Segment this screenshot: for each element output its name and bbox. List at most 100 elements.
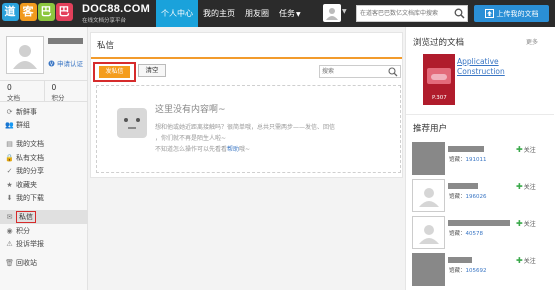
- site-search-input[interactable]: [357, 6, 455, 21]
- search-icon[interactable]: [454, 8, 465, 21]
- stat-value: 105692: [465, 268, 487, 274]
- recommended-user: 馆藏：191011 ✚ 关注: [406, 142, 554, 179]
- follow-button[interactable]: ✚ 关注: [516, 256, 536, 265]
- profile-name-redacted: [48, 38, 83, 44]
- empty-state: 这里没有内容啊~ 想和他或她近距离接触吗？很简单哦，总共只需两步——发信、回信 …: [96, 85, 401, 173]
- plus-icon: ✚: [516, 182, 523, 191]
- stat-value: 0: [7, 83, 12, 92]
- user-avatar[interactable]: [412, 142, 445, 175]
- brand: DOC88.COM 在线文档分享平台: [82, 3, 150, 24]
- sidebar-item-label: 我的文档: [16, 139, 44, 148]
- stat-points[interactable]: 0 积分: [45, 81, 89, 102]
- nav-tasks[interactable]: 任务▼: [274, 0, 306, 27]
- svg-text:V: V: [50, 61, 54, 67]
- message-search: [319, 65, 401, 78]
- empty-title: 这里没有内容啊~: [155, 105, 226, 115]
- more-link[interactable]: 更多: [526, 37, 538, 46]
- user-silhouette-icon: [418, 224, 439, 244]
- send-message-button[interactable]: 发私信: [93, 62, 136, 82]
- sidebar-item-label: 收藏夹: [16, 180, 37, 189]
- sidebar-item-recycle-bin[interactable]: 🗑 回收站: [0, 256, 88, 270]
- follow-button[interactable]: ✚ 关注: [516, 219, 536, 228]
- divider: [406, 114, 554, 115]
- help-link[interactable]: 帮助: [227, 146, 239, 153]
- sidebar-item-my-downloads[interactable]: ⬇ 我的下载: [0, 192, 88, 206]
- sidebar-item-my-shares[interactable]: ✓ 我的分享: [0, 164, 88, 178]
- nav-my-homepage[interactable]: 我的主页: [198, 0, 240, 27]
- user-name-redacted[interactable]: [448, 257, 472, 263]
- empty-description-line1: 想和他或她近距离接触吗？很简单哦，总共只需两步——发信、回信: [155, 124, 336, 131]
- sidebar-item-private-documents[interactable]: 🔒 私有文档: [0, 151, 88, 165]
- trash-icon: 🗑: [5, 258, 14, 267]
- logo-char-2: 客: [20, 3, 37, 21]
- nav-personal-center[interactable]: 个人中心: [156, 0, 198, 27]
- sidebar-item-points[interactable]: ◉ 积分: [0, 224, 88, 238]
- sidebar-item-label: 私有文档: [16, 153, 44, 162]
- empty-description-line3: 不知道怎么操作可以先看看帮助哦~: [155, 144, 250, 153]
- message-search-input[interactable]: [320, 66, 388, 77]
- sidebar-item-label: 新鲜事: [16, 107, 37, 116]
- user-name-redacted[interactable]: [448, 183, 478, 189]
- stat-value: 196026: [465, 194, 487, 200]
- left-sidebar: V 申请认证 0 文档 0 积分 ⟳ 新鲜事 👥 群组 ▤ 我的文档 🔒 私有文档 ✓ 我…: [0, 27, 88, 290]
- follow-button[interactable]: ✚ 关注: [516, 145, 536, 154]
- plus-icon: ✚: [516, 145, 523, 154]
- stat-label: 文档: [7, 94, 20, 102]
- document-icon: ▤: [6, 139, 13, 148]
- nav-friends[interactable]: 朋友圈: [240, 0, 274, 27]
- verify-link[interactable]: V 申请认证: [48, 58, 83, 68]
- site-search: [356, 5, 468, 22]
- profile-avatar[interactable]: [6, 36, 44, 74]
- refresh-icon: ⟳: [6, 107, 13, 116]
- verify-badge-icon: V: [48, 60, 55, 67]
- mail-icon: ✉: [6, 212, 13, 221]
- sidebar-item-groups[interactable]: 👥 群组: [0, 119, 88, 133]
- sidebar-item-label: 群组: [16, 121, 30, 130]
- document-link[interactable]: Applicative Construction: [457, 57, 537, 77]
- download-icon: ⬇: [6, 194, 13, 203]
- site-logo[interactable]: 道客巴巴: [2, 3, 78, 24]
- sidebar-item-news[interactable]: ⟳ 新鲜事: [0, 105, 88, 119]
- viewed-docs-title: 浏览过的文档: [413, 38, 465, 48]
- user-stat: 馆藏：196026: [449, 192, 487, 200]
- user-avatar[interactable]: [323, 4, 341, 22]
- sidebar-menu: ⟳ 新鲜事 👥 群组 ▤ 我的文档 🔒 私有文档 ✓ 我的分享 ★ 收藏夹 ⬇ 我的下载 ✉ 私…: [0, 105, 88, 270]
- send-message-label: 发私信: [99, 66, 130, 78]
- page-count: P.307: [432, 95, 447, 101]
- plus-icon: ✚: [516, 219, 523, 228]
- group-icon: 👥: [5, 121, 14, 130]
- user-silhouette-icon: [13, 45, 37, 69]
- follow-label: 关注: [523, 147, 536, 154]
- stat-documents[interactable]: 0 文档: [0, 81, 45, 102]
- upload-button[interactable]: 上传我的文档: [474, 5, 549, 22]
- clear-button[interactable]: 清空: [138, 64, 166, 77]
- recommended-users-list: 馆藏：191011 ✚ 关注 馆藏：196026 ✚ 关注 馆藏：40578 ✚ 关注…: [406, 142, 554, 290]
- user-avatar[interactable]: [412, 216, 445, 249]
- user-avatar[interactable]: [412, 179, 445, 212]
- follow-button[interactable]: ✚ 关注: [516, 182, 536, 191]
- user-stat: 馆藏：191011: [449, 155, 487, 163]
- warning-icon: ⚠: [6, 240, 13, 249]
- document-thumbnail[interactable]: P.307: [423, 54, 455, 105]
- recommended-user: 馆藏：40578 ✚ 关注: [406, 216, 554, 253]
- share-icon: ✓: [6, 167, 13, 176]
- sidebar-item-my-documents[interactable]: ▤ 我的文档: [0, 137, 88, 151]
- user-stat: 馆藏：105692: [449, 266, 487, 274]
- stat-value: 40578: [465, 231, 484, 237]
- plus-icon: ✚: [516, 256, 523, 265]
- upload-label: 上传我的文档: [496, 9, 539, 18]
- sidebar-item-label: 投诉举报: [16, 240, 44, 249]
- user-name-redacted[interactable]: [448, 146, 484, 152]
- sidebar-item-favorites[interactable]: ★ 收藏夹: [0, 178, 88, 192]
- search-icon[interactable]: [388, 67, 398, 79]
- upload-icon: [484, 9, 494, 18]
- stat-label: 馆藏：: [449, 157, 466, 163]
- sidebar-item-messages[interactable]: ✉ 私信: [0, 210, 88, 224]
- avatar-chevron-down-icon[interactable]: ▼: [342, 8, 347, 15]
- user-name-redacted[interactable]: [448, 220, 510, 226]
- lock-icon: 🔒: [5, 153, 14, 162]
- follow-label: 关注: [523, 258, 536, 265]
- user-avatar[interactable]: [412, 253, 445, 286]
- sidebar-item-report[interactable]: ⚠ 投诉举报: [0, 237, 88, 251]
- sidebar-item-label: 我的下载: [16, 194, 44, 203]
